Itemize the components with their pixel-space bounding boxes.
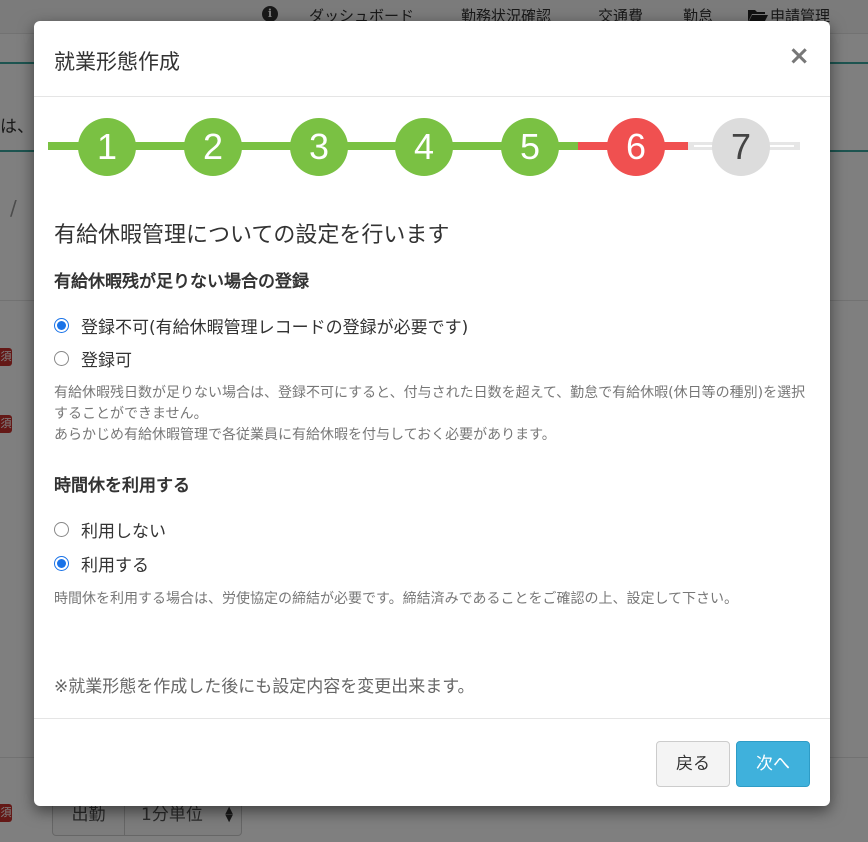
modal-header: 就業形態作成 × (34, 21, 830, 97)
footnote: ※就業形態を作成した後にも設定内容を変更出来ます。 (54, 677, 475, 697)
section-lead: 有給休暇管理についての設定を行います (54, 223, 450, 248)
step-6: 6 (607, 118, 665, 176)
help-line: 有給休暇残日数が足りない場合は、登録不可にすると、付与された日数を超えて、勤怠で… (54, 385, 806, 422)
radio-label[interactable]: 登録不可(有給休暇管理レコードの登録が必要です) (81, 313, 468, 338)
step-3: 3 (290, 118, 348, 176)
radio-button[interactable] (54, 521, 69, 537)
close-button[interactable]: × (788, 43, 810, 69)
radio-hourly-off[interactable]: 利用しない (54, 517, 166, 542)
step-4: 4 (395, 118, 453, 176)
step-2: 2 (184, 118, 242, 176)
radio-allowed[interactable]: 登録可 (54, 346, 132, 371)
radio-hourly-on[interactable]: 利用する (54, 551, 149, 576)
step-1: 1 (78, 118, 136, 176)
radio-label[interactable]: 利用しない (81, 517, 166, 542)
back-button[interactable]: 戻る (656, 741, 730, 787)
work-style-modal: 就業形態作成 × 1 2 3 4 5 6 7 有給休暇管理についての設定を行いま… (34, 21, 830, 806)
step-progress: 1 2 3 4 5 6 7 (48, 117, 800, 177)
step-7: 7 (712, 118, 770, 176)
radio-button-checked[interactable] (54, 555, 69, 571)
hourly-leave-help: 時間休を利用する場合は、労使協定の締結が必要です。締結済みであることをご確認の上… (54, 591, 739, 607)
modal-title: 就業形態作成 (54, 50, 180, 74)
radio-label[interactable]: 登録可 (81, 346, 132, 371)
radio-label[interactable]: 利用する (81, 551, 149, 576)
insufficient-leave-heading: 有給休暇残が足りない場合の登録 (54, 272, 309, 292)
radio-button[interactable] (54, 350, 69, 366)
insufficient-leave-help: 有給休暇残日数が足りない場合は、登録不可にすると、付与された日数を超えて、勤怠で… (54, 383, 810, 446)
next-button[interactable]: 次へ (736, 741, 810, 787)
radio-button-checked[interactable] (54, 317, 69, 333)
hourly-leave-heading: 時間休を利用する (54, 476, 190, 496)
step-5: 5 (501, 118, 559, 176)
modal-footer: 戻る 次へ (34, 718, 830, 806)
radio-not-allowed[interactable]: 登録不可(有給休暇管理レコードの登録が必要です) (54, 313, 468, 338)
help-line: あらかじめ有給休暇管理で各従業員に有給休暇を付与しておく必要があります。 (54, 427, 556, 443)
